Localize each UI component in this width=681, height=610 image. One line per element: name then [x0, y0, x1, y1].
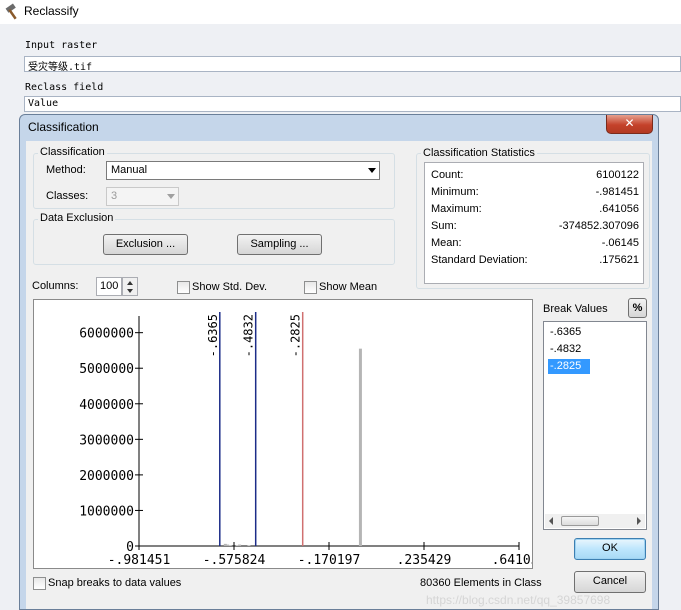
reclass-field-label: Reclass field — [25, 82, 104, 93]
y-tick-label: 6000000 — [79, 327, 134, 342]
y-tick-label: 1000000 — [79, 504, 134, 519]
break-value-item[interactable]: -.4832 — [548, 342, 590, 357]
stat-row-std-dev: Standard Deviation: .175621 — [431, 254, 639, 266]
histogram-bar — [238, 544, 242, 546]
x-tick-label: -.981451 — [108, 553, 171, 568]
show-std-dev-checkbox[interactable] — [177, 281, 190, 294]
snap-breaks-checkbox[interactable] — [33, 577, 46, 590]
histogram-chart[interactable]: 0100000020000003000000400000050000006000… — [34, 300, 546, 568]
hammer-icon — [5, 3, 17, 20]
reclassify-title: Reclassify — [24, 4, 79, 18]
break-value-item-selected[interactable]: -.2825 — [548, 359, 590, 374]
show-std-dev-label: Show Std. Dev. — [192, 281, 267, 293]
histogram-bar — [358, 348, 362, 546]
ok-button[interactable]: OK — [574, 538, 646, 560]
x-tick-label: -.575824 — [203, 553, 266, 568]
break-values-list[interactable]: -.6365 -.4832 -.2825 — [543, 321, 647, 530]
statistics-box: Count: 6100122 Minimum: -.981451 Maximum:.… — [424, 162, 644, 284]
elements-in-class: 80360 Elements in Class — [420, 577, 542, 589]
reclass-field-combo[interactable]: Value — [24, 96, 681, 112]
method-label: Method: — [46, 164, 86, 176]
stat-row-count: Count: 6100122 — [431, 169, 639, 181]
method-dropdown[interactable]: Manual — [106, 161, 380, 180]
data-exclusion-group — [33, 219, 395, 265]
stat-row-mean: Mean: -.06145 — [431, 237, 639, 249]
histogram-bar — [228, 545, 232, 546]
scroll-thumb[interactable] — [561, 516, 599, 526]
classes-value: 3 — [111, 190, 118, 202]
spin-up-icon — [127, 281, 133, 285]
x-tick-label: -.170197 — [298, 553, 361, 568]
scroll-left-icon[interactable] — [549, 517, 553, 525]
stat-row-minimum: Minimum: -.981451 — [431, 186, 639, 198]
dialog-title: Classification — [28, 120, 99, 134]
break-line-label: -.6365 — [206, 314, 220, 357]
break-values-scrollbar[interactable] — [545, 514, 645, 528]
snap-breaks-label: Snap breaks to data values — [48, 577, 182, 589]
columns-spinner[interactable] — [122, 277, 138, 296]
watermark-text: https://blog.csdn.net/qq_39857698 — [426, 593, 611, 607]
data-exclusion-label: Data Exclusion — [38, 212, 116, 224]
break-line-label: -.2825 — [289, 314, 303, 357]
chevron-down-icon — [368, 168, 376, 173]
method-value: Manual — [111, 164, 148, 176]
histogram-bar — [247, 545, 251, 546]
close-button[interactable]: ✕ — [606, 115, 653, 134]
y-tick-label: 3000000 — [79, 433, 134, 448]
input-raster-field[interactable]: 受灾等级.tif — [24, 56, 681, 73]
x-tick-label: .641056 — [492, 553, 532, 568]
chevron-down-icon — [167, 194, 175, 199]
dialog-client: Classification Method: Manual Classes: 3… — [26, 141, 652, 609]
classification-group-label: Classification — [38, 146, 107, 158]
y-tick-label: 5000000 — [79, 362, 134, 377]
columns-label: Columns: — [32, 280, 79, 292]
reclassify-titlebar: Reclassify — [0, 0, 681, 24]
sampling-button[interactable]: Sampling ... — [237, 234, 322, 255]
percent-button[interactable]: % — [628, 298, 647, 318]
break-line-label: -.4832 — [242, 314, 256, 357]
exclusion-button[interactable]: Exclusion ... — [103, 234, 188, 255]
x-tick-label: .235429 — [397, 553, 452, 568]
input-raster-label: Input raster — [25, 40, 98, 51]
cancel-button[interactable]: Cancel — [574, 571, 646, 593]
stat-row-sum: Sum: -374852.307096 — [431, 220, 639, 232]
break-value-item[interactable]: -.6365 — [548, 325, 590, 340]
columns-input[interactable]: 100 — [96, 277, 122, 296]
break-values-label: Break Values — [543, 303, 608, 315]
spin-down-icon — [127, 289, 133, 293]
y-tick-label: 4000000 — [79, 398, 134, 413]
histogram-bar — [226, 544, 230, 546]
histogram-panel[interactable]: 0 1000000 2000000 3000000 4000000 5000000 6000… — [33, 299, 546, 569]
y-tick-label: 2000000 — [79, 469, 134, 484]
show-mean-label: Show Mean — [319, 281, 378, 293]
scroll-right-icon[interactable] — [637, 517, 641, 525]
show-mean-checkbox[interactable] — [304, 281, 317, 294]
classes-dropdown[interactable]: 3 — [106, 187, 179, 206]
classification-dialog: Classification ✕ Classification Method: … — [19, 114, 659, 610]
stat-row-maximum: Maximum: .641056 — [431, 203, 639, 215]
statistics-group-label: Classification Statistics — [421, 147, 537, 159]
classes-label: Classes: — [46, 190, 89, 202]
